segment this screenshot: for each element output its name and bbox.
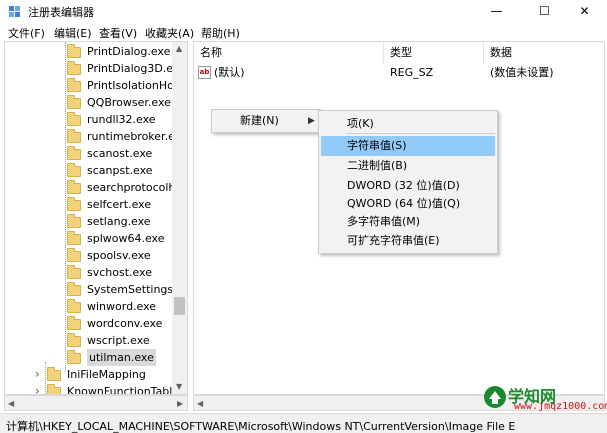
- status-path: 计算机\HKEY_LOCAL_MACHINE\SOFTWARE\Microsof…: [6, 420, 516, 433]
- submenu-item[interactable]: 二进制值(B): [321, 156, 495, 176]
- registry-key-tree[interactable]: PrintDialog.exe PrintDialog3D.exe PrintIso…: [4, 41, 188, 395]
- submenu-item-label: 项(K): [347, 117, 374, 130]
- tree-item-label: svchost.exe: [87, 266, 153, 279]
- column-header-type[interactable]: 类型: [384, 42, 484, 64]
- tree-item-label: PrintIsolationHost: [87, 79, 184, 92]
- column-header-name[interactable]: 名称: [194, 42, 384, 64]
- folder-icon: [67, 265, 81, 279]
- menu-file[interactable]: 文件(F): [8, 25, 45, 41]
- folder-icon: [47, 367, 61, 381]
- tree-horizontal-scrollbar[interactable]: ◀ ▶: [4, 395, 188, 411]
- folder-icon: [67, 231, 81, 245]
- title-bar: 注册表编辑器 — ☐ ✕: [0, 0, 607, 22]
- tree-item-label: QQBrowser.exe: [87, 96, 171, 109]
- tree-guide-line: [45, 362, 46, 394]
- regedit-app-icon: [9, 6, 20, 17]
- tree-item-label: splwow64.exe: [87, 232, 165, 245]
- tree-item-label: PrintDialog3D.exe: [87, 62, 186, 75]
- column-header-data[interactable]: 数据: [484, 42, 604, 64]
- value-name: (默认): [214, 66, 245, 79]
- submenu-item[interactable]: DWORD (32 位)值(D): [321, 176, 495, 196]
- submenu-item[interactable]: QWORD (64 位)值(Q): [321, 194, 495, 214]
- tree-item-label: scanost.exe: [87, 147, 153, 160]
- menu-edit[interactable]: 编辑(E): [54, 25, 92, 41]
- scroll-right-arrow-icon[interactable]: ▶: [177, 399, 183, 408]
- tree-item-label: searchprotocolho: [87, 181, 183, 194]
- menu-item-new[interactable]: 新建(N): [214, 111, 318, 131]
- tree-scroll-thumb[interactable]: [174, 297, 185, 315]
- close-button[interactable]: ✕: [562, 0, 607, 22]
- submenu-item-label: DWORD (32 位)值(D): [347, 179, 460, 192]
- submenu-item-label: 可扩充字符串值(E): [347, 234, 440, 247]
- folder-icon: [67, 95, 81, 109]
- tree-item-label: selfcert.exe: [87, 198, 152, 211]
- folder-icon: [67, 214, 81, 228]
- tree-item-label: wordconv.exe: [87, 317, 163, 330]
- expand-chevron-icon[interactable]: ›: [35, 366, 40, 383]
- folder-icon: [67, 299, 81, 313]
- window-title: 注册表编辑器: [28, 6, 94, 19]
- tree-item-label: IniFileMapping: [67, 368, 146, 381]
- menu-view[interactable]: 查看(V): [99, 25, 137, 41]
- status-bar: 计算机\HKEY_LOCAL_MACHINE\SOFTWARE\Microsof…: [0, 413, 607, 433]
- folder-icon: [67, 163, 81, 177]
- value-data: (数值未设置): [490, 66, 554, 79]
- tree-item-label: utilman.exe: [87, 349, 156, 366]
- tree-item-label: PrintDialog.exe: [87, 45, 171, 58]
- string-value-icon: ab: [198, 66, 211, 79]
- value-row[interactable]: ab (默认) REG_SZ (数值未设置): [194, 64, 604, 81]
- submenu-item[interactable]: 多字符串值(M): [321, 212, 495, 232]
- submenu-item[interactable]: 可扩充字符串值(E): [321, 231, 495, 251]
- tree-item-label: rundll32.exe: [87, 113, 156, 126]
- submenu-arrow-icon: ▶: [308, 116, 315, 126]
- tree-item-label: spoolsv.exe: [87, 249, 151, 262]
- folder-icon: [67, 316, 81, 330]
- folder-icon: [67, 44, 81, 58]
- scroll-left-arrow-icon[interactable]: ◀: [197, 399, 203, 408]
- tree-guide-line: [65, 42, 66, 372]
- tree-item-label: winword.exe: [87, 300, 157, 313]
- menu-item-new-label: 新建(N): [240, 114, 279, 127]
- watermark-url: www.jmqz1000.com: [514, 401, 607, 412]
- menu-bar: 文件(F) 编辑(E) 查看(V) 收藏夹(A) 帮助(H): [0, 22, 607, 41]
- folder-icon: [67, 197, 81, 211]
- context-menu: 新建(N) ▶: [211, 109, 321, 133]
- tree-item-label: scanpst.exe: [87, 164, 153, 177]
- scroll-left-arrow-icon[interactable]: ◀: [8, 399, 14, 408]
- menu-favorites[interactable]: 收藏夹(A): [145, 25, 194, 41]
- folder-icon: [47, 384, 61, 394]
- tree-vertical-scrollbar[interactable]: ▲ ▼: [172, 42, 187, 394]
- maximize-button[interactable]: ☐: [522, 0, 567, 22]
- scroll-up-arrow-icon[interactable]: ▲: [176, 44, 182, 53]
- folder-icon: [67, 248, 81, 262]
- folder-icon: [67, 78, 81, 92]
- menu-separator: [347, 133, 495, 134]
- folder-icon: [67, 129, 81, 143]
- watermark-logo-icon: [484, 386, 506, 408]
- expand-chevron-icon[interactable]: ›: [35, 383, 40, 394]
- folder-icon: [67, 112, 81, 126]
- folder-icon: [67, 282, 81, 296]
- submenu-item[interactable]: 项(K): [321, 114, 495, 134]
- folder-icon: [67, 180, 81, 194]
- menu-help[interactable]: 帮助(H): [201, 25, 240, 41]
- tree-item-label: setlang.exe: [87, 215, 151, 228]
- folder-icon: [67, 146, 81, 160]
- new-submenu: 项(K) 字符串值(S) 二进制值(B) DWORD (32 位)值(D) QWORD …: [318, 110, 498, 254]
- folder-icon: [67, 61, 81, 75]
- scroll-down-arrow-icon[interactable]: ▼: [176, 382, 182, 391]
- watermark: 学知网 www.jmqz1000.com: [480, 383, 607, 413]
- submenu-item-label: 字符串值(S): [347, 139, 407, 152]
- submenu-item-label: 二进制值(B): [347, 159, 408, 172]
- submenu-item-label: QWORD (64 位)值(Q): [347, 197, 461, 210]
- submenu-item[interactable]: 字符串值(S): [321, 136, 495, 156]
- tree-item-label: KnownFunctionTableD: [67, 385, 188, 395]
- folder-icon: [67, 333, 81, 347]
- minimize-button[interactable]: —: [474, 0, 519, 22]
- value-type: REG_SZ: [390, 66, 434, 79]
- tree-item-label: wscript.exe: [87, 334, 150, 347]
- submenu-item-label: 多字符串值(M): [347, 215, 421, 228]
- folder-icon: [67, 350, 81, 364]
